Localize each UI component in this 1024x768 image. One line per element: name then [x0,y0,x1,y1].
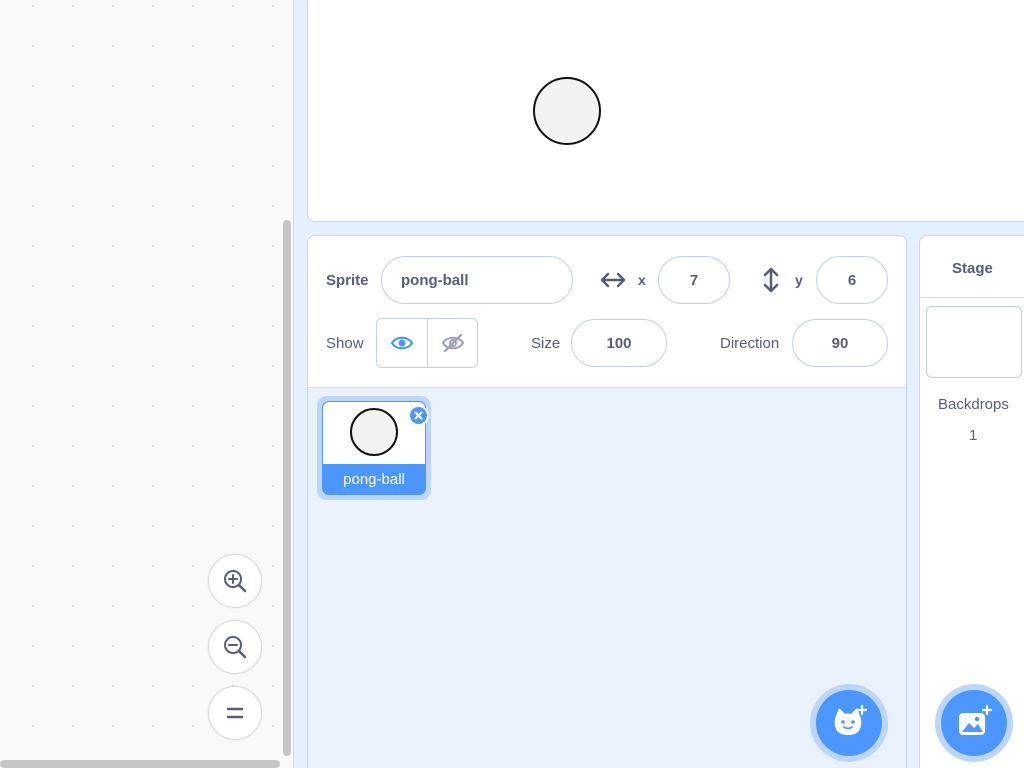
stage-selector-panel[interactable]: Stage Backdrops 1 [919,235,1024,768]
choose-sprite-fab [816,690,882,756]
x-position-input[interactable]: 7 [658,256,730,304]
sprite-tile-name: pong-ball [343,470,405,488]
show-hidden-button[interactable] [427,319,477,367]
eye-icon [390,336,414,350]
size-input[interactable]: 100 [571,319,667,367]
zoom-in-icon [224,570,247,593]
reset-zoom-button[interactable] [208,686,262,740]
stage-canvas[interactable] [307,0,1024,222]
eye-slash-icon [441,333,464,353]
workspace-vertical-scrollbar[interactable] [283,220,291,756]
y-position-input[interactable]: 6 [816,256,888,304]
ball-costume-icon [350,408,398,456]
zoom-in-button[interactable] [208,554,262,608]
stage-title: Stage [952,260,993,277]
cat-plus-icon [834,704,868,735]
direction-label: Direction [720,335,780,352]
show-label: Show [326,335,364,352]
zoom-out-button[interactable] [208,620,262,674]
stage-sprite-pong-ball[interactable] [533,77,601,145]
choose-sprite-button[interactable] [810,684,888,762]
reset-zoom-icon [226,707,244,719]
sprite-label: Sprite [326,272,369,289]
backdrop-plus-icon [959,704,993,735]
sprite-pane: Sprite pong-ball x 7 y 6 Show Size 100 D… [307,235,907,768]
backdrops-label: Backdrops [938,396,1009,413]
x-label: x [638,272,646,288]
vertical-arrow-icon [763,267,779,293]
code-workspace[interactable] [0,0,294,768]
sprite-tile-pong-ball[interactable]: pong-ball [317,396,431,500]
sprite-name-input[interactable]: pong-ball [381,256,573,304]
y-label: y [795,272,803,288]
stage-selector-header: Stage [920,236,1024,298]
show-visible-button[interactable] [377,319,427,367]
sprite-info-panel: Sprite pong-ball x 7 y 6 Show Size 100 D… [308,236,906,388]
choose-backdrop-fab [941,690,1007,756]
workspace-horizontal-scrollbar[interactable] [0,760,280,768]
horizontal-arrow-icon [600,272,626,288]
choose-backdrop-button[interactable] [935,684,1013,762]
stage-thumbnail[interactable] [926,306,1022,378]
backdrops-count: 1 [969,427,978,444]
direction-input[interactable]: 90 [792,319,888,367]
delete-sprite-button[interactable] [408,405,429,426]
size-label: Size [531,335,561,352]
close-icon [414,411,423,420]
show-toggle-group [376,318,478,368]
zoom-out-icon [224,636,247,659]
